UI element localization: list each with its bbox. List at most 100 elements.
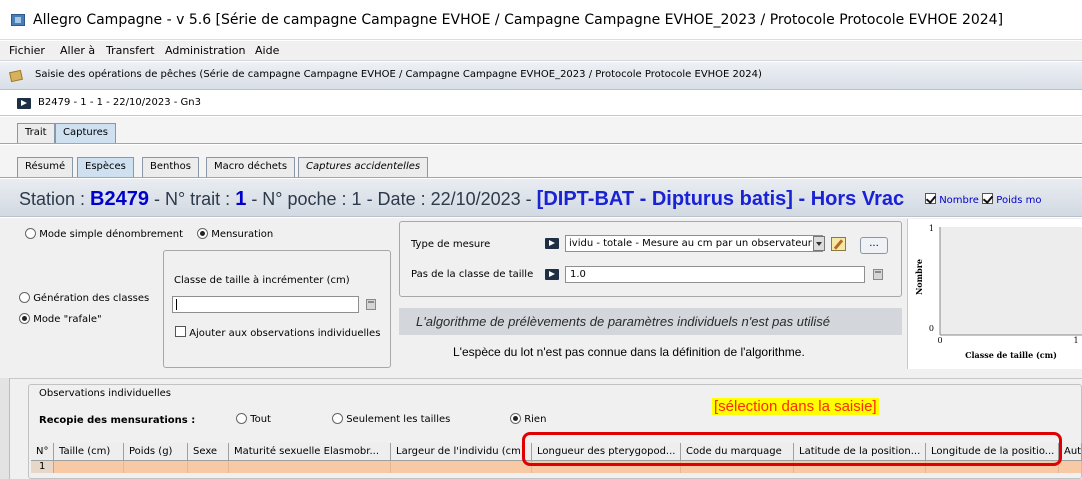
recopie-rien-option[interactable]: Rien	[510, 413, 546, 425]
tailles-label: Seulement les tailles	[346, 414, 451, 425]
y-tick-label: 0	[929, 324, 934, 333]
nombre-label: Nombre	[939, 195, 979, 206]
col-header[interactable]: Taille (cm)	[54, 443, 124, 461]
classe-taille-input[interactable]	[172, 296, 359, 313]
tab-especes[interactable]: Espèces	[77, 157, 134, 177]
tab-resume[interactable]: Résumé	[17, 157, 74, 177]
menu-bar: Fichier Aller à Transfert Administration…	[0, 41, 1082, 61]
panel-header: Saisie des opérations de pêches (Série d…	[0, 62, 1082, 90]
trait-label: - N° trait :	[148, 189, 236, 209]
selection-annotation-label: [sélection dans la saisie]	[712, 398, 879, 415]
station-line: Station : B2479 - N° trait : 1 - N° poch…	[19, 188, 904, 211]
text-cursor	[176, 299, 177, 310]
menu-aller-a[interactable]: Aller à	[60, 44, 95, 57]
mensuration-radio[interactable]	[197, 228, 208, 239]
row-number: 1	[31, 461, 54, 473]
mesure-frame	[399, 221, 902, 297]
tab-benthos[interactable]: Benthos	[142, 157, 199, 177]
recopie-tailles-option[interactable]: Seulement les tailles	[332, 413, 450, 425]
station-prefix: Station :	[19, 189, 91, 209]
rien-radio[interactable]	[510, 413, 521, 424]
table-cell[interactable]	[391, 461, 532, 473]
col-header[interactable]: Autr	[1059, 443, 1082, 461]
trait-value: 1	[235, 188, 247, 210]
y-axis-title: Nombre	[914, 259, 924, 295]
rafale-option[interactable]: Mode "rafale"	[19, 313, 102, 325]
pas-classe-label: Pas de la classe de taille	[411, 269, 534, 280]
poids-checkbox[interactable]	[982, 193, 994, 204]
nombre-checkbox[interactable]	[925, 193, 936, 204]
ajouter-option[interactable]: Ajouter aux observations individuelles	[175, 326, 380, 339]
rafale-label: Mode "rafale"	[33, 314, 102, 325]
col-header[interactable]: Poids (g)	[124, 443, 188, 461]
window-title: Allegro Campagne - v 5.6 [Série de campa…	[33, 12, 1004, 28]
col-header[interactable]: N°	[31, 443, 54, 461]
col-header[interactable]: Largeur de l'individu (cm)	[391, 443, 532, 461]
ajouter-label: Ajouter aux observations individuelles	[189, 328, 381, 339]
algo-submessage: L'espèce du lot n'est pas connue dans la…	[453, 345, 805, 359]
rafale-radio[interactable]	[19, 313, 30, 324]
y-tick-label: 1	[929, 224, 934, 233]
tab-captures[interactable]: Captures	[55, 123, 116, 143]
tailles-radio[interactable]	[332, 413, 343, 424]
collapse-strip[interactable]	[0, 378, 10, 479]
calculator-icon[interactable]	[873, 269, 883, 280]
window-titlebar: Allegro Campagne - v 5.6 [Série de campa…	[0, 0, 1082, 40]
arrow-right-icon[interactable]	[545, 238, 559, 249]
mode-simple-radio[interactable]	[25, 228, 36, 239]
generation-radio[interactable]	[19, 292, 30, 303]
recopie-tout-option[interactable]: Tout	[236, 413, 271, 425]
table-cell[interactable]	[124, 461, 188, 473]
app-icon	[11, 14, 25, 26]
type-mesure-value: ividu - totale - Mesure au cm par un obs…	[569, 238, 812, 249]
breadcrumb-text: B2479 - 1 - 1 - 22/10/2023 - Gn3	[38, 97, 201, 108]
mensuration-option[interactable]: Mensuration	[197, 228, 273, 240]
panel-title: Saisie des opérations de pêches (Série d…	[35, 69, 762, 80]
tab-captures-accidentelles[interactable]: Captures accidentelles	[298, 157, 429, 177]
tout-radio[interactable]	[236, 413, 247, 424]
type-mesure-label: Type de mesure	[411, 239, 491, 250]
lot-title: [DIPT-BAT - Dipturus batis] - Hors Vrac	[536, 188, 905, 210]
chevron-down-icon[interactable]	[813, 236, 825, 251]
menu-fichier[interactable]: Fichier	[9, 44, 45, 57]
arrow-right-icon[interactable]	[17, 98, 31, 109]
col-header[interactable]: Sexe	[188, 443, 229, 461]
table-cell[interactable]	[54, 461, 124, 473]
table-cell[interactable]	[188, 461, 229, 473]
generation-option[interactable]: Génération des classes	[19, 292, 149, 304]
station-checkboxes: Nombre Poids mo	[925, 193, 1041, 206]
type-mesure-select[interactable]: ividu - totale - Mesure au cm par un obs…	[565, 235, 823, 252]
menu-administration[interactable]: Administration	[165, 44, 246, 57]
table-cell[interactable]	[229, 461, 391, 473]
arrow-right-icon[interactable]	[545, 269, 559, 280]
size-histogram: 1 0 0 1 Nombre Classe de taille (cm)	[907, 219, 1082, 369]
main-tabs: Trait Captures	[0, 117, 1082, 144]
station-header: Station : B2479 - N° trait : 1 - N° poch…	[0, 179, 1082, 217]
pas-classe-input[interactable]: 1.0	[565, 266, 865, 283]
observations-title: Observations individuelles	[39, 388, 171, 399]
sub-tabs: Résumé Espèces Benthos Macro déchets Cap…	[0, 145, 1082, 178]
pas-classe-value: 1.0	[570, 269, 586, 280]
mode-simple-option[interactable]: Mode simple dénombrement	[25, 228, 183, 240]
ajouter-checkbox[interactable]	[175, 326, 186, 337]
generation-label: Génération des classes	[33, 293, 150, 304]
more-options-button[interactable]: ...	[860, 237, 888, 254]
histogram-svg: 1 0 0 1 Nombre Classe de taille (cm)	[914, 224, 1082, 360]
edit-icon[interactable]	[831, 237, 846, 251]
mode-simple-label: Mode simple dénombrement	[39, 229, 184, 240]
tab-trait[interactable]: Trait	[17, 123, 55, 143]
selection-highlight-box	[522, 432, 1062, 466]
col-header[interactable]: Maturité sexuelle Elasmobr...	[229, 443, 391, 461]
tab-macro-dechets[interactable]: Macro déchets	[206, 157, 296, 177]
recopie-label: Recopie des mensurations :	[39, 415, 196, 426]
calculator-icon[interactable]	[366, 299, 376, 310]
x-tick-label: 1	[1073, 336, 1078, 345]
plot-area	[940, 227, 1082, 335]
algo-message: L'algorithme de prélèvements de paramètr…	[416, 314, 830, 329]
menu-transfert[interactable]: Transfert	[106, 44, 155, 57]
x-axis-title: Classe de taille (cm)	[965, 350, 1057, 360]
table-cell[interactable]	[1059, 461, 1082, 473]
mensuration-label: Mensuration	[211, 229, 274, 240]
menu-aide[interactable]: Aide	[255, 44, 279, 57]
poche-date-label: - N° poche : 1 - Date : 22/10/2023 -	[246, 189, 537, 209]
